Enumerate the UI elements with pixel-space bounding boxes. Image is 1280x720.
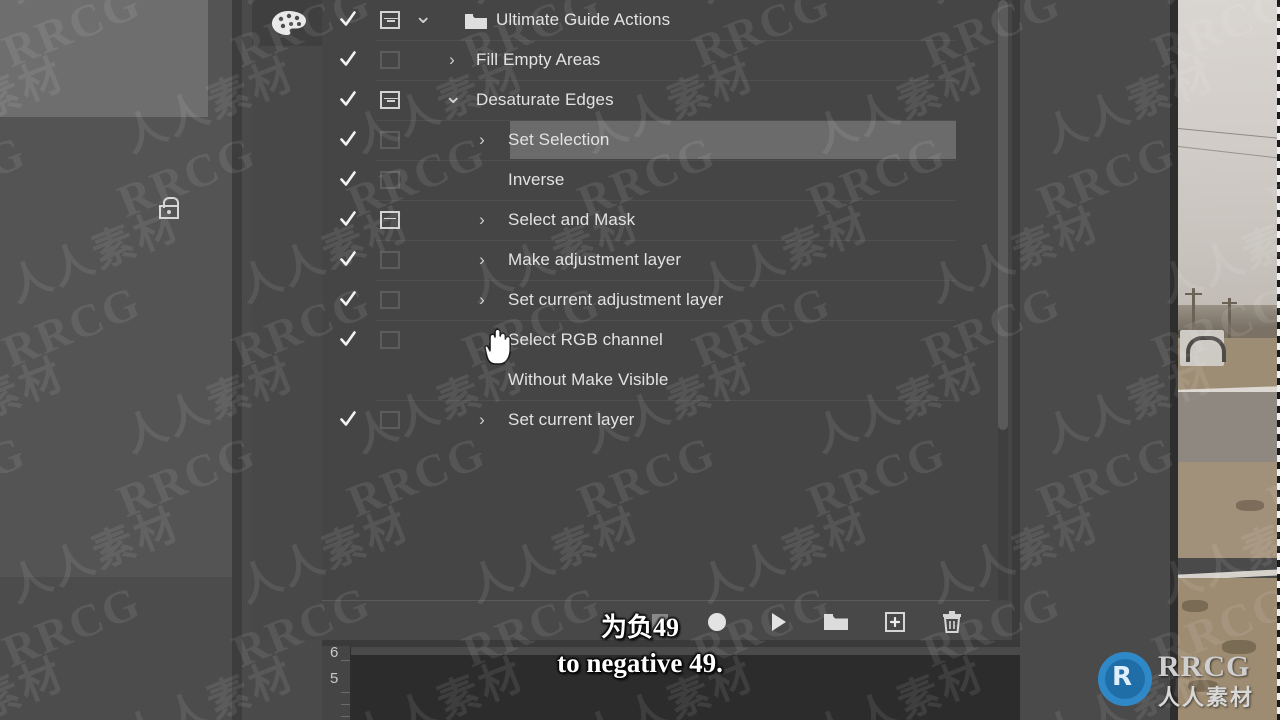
chevron-right-icon[interactable]: › xyxy=(474,291,490,309)
dialog-toggle[interactable] xyxy=(380,11,400,29)
logo-mark: R xyxy=(1112,662,1133,692)
row-separator xyxy=(376,160,956,161)
action-checkbox[interactable] xyxy=(340,410,356,428)
dialog-toggle[interactable] xyxy=(380,51,400,69)
panel-bottom-edge xyxy=(322,640,1020,646)
dialog-toggle[interactable] xyxy=(380,211,400,229)
action-row[interactable]: › Fill Empty Areas xyxy=(322,40,990,80)
roadside-sign xyxy=(1180,330,1226,366)
row-separator xyxy=(376,320,956,321)
folder-icon xyxy=(464,12,488,30)
row-separator xyxy=(376,80,956,81)
chevron-right-icon[interactable]: › xyxy=(474,131,490,149)
action-label: Set current layer xyxy=(508,410,635,429)
lock-icon xyxy=(158,197,180,221)
logo-tagline: 人人素材 xyxy=(1158,686,1255,711)
action-checkbox[interactable] xyxy=(340,130,356,148)
utility-pole xyxy=(1222,298,1237,342)
action-label: Select and Mask xyxy=(508,210,636,229)
panel-gutter-light xyxy=(242,0,252,720)
row-separator xyxy=(376,240,956,241)
photo-preview xyxy=(1178,0,1280,720)
screenshot-root: 6 5 ⌄ Ultimate Guide Actions › Fill Empt… xyxy=(0,0,1280,720)
action-row[interactable]: › Select and Mask xyxy=(322,200,990,240)
action-row[interactable]: Inverse xyxy=(322,160,990,200)
action-row[interactable]: › Set Selection xyxy=(322,120,990,160)
action-label: Ultimate Guide Actions xyxy=(496,10,671,29)
panel-tab-strip xyxy=(252,46,322,640)
action-row[interactable]: ⌄ Ultimate Guide Actions xyxy=(322,0,990,40)
ground-region-2 xyxy=(1178,462,1280,558)
actions-list: ⌄ Ultimate Guide Actions › Fill Empty Areas… xyxy=(322,0,990,600)
action-checkbox[interactable] xyxy=(340,10,356,28)
action-label: Fill Empty Areas xyxy=(476,50,601,69)
logo-badge-icon: R xyxy=(1098,652,1152,706)
delete-button[interactable] xyxy=(939,611,965,633)
action-checkbox[interactable] xyxy=(340,90,356,108)
canvas-lower-region-2 xyxy=(0,577,232,720)
action-label: Desaturate Edges xyxy=(476,90,614,109)
action-checkbox[interactable] xyxy=(340,250,356,268)
rrcg-logo: R RRCG 人人素材 xyxy=(1098,648,1274,711)
workspace-dark-area xyxy=(350,655,1020,720)
play-button[interactable] xyxy=(765,611,791,633)
palette-icon[interactable] xyxy=(271,10,307,36)
dialog-toggle[interactable] xyxy=(380,171,400,189)
action-checkbox[interactable] xyxy=(340,290,356,308)
hand-cursor xyxy=(483,328,517,368)
stop-button[interactable] xyxy=(647,611,673,633)
action-label: Set current adjustment layer xyxy=(508,290,724,309)
action-label: Set Selection xyxy=(508,130,610,149)
actions-panel-footer xyxy=(322,601,1020,640)
action-row[interactable]: Without Make Visible xyxy=(322,360,990,400)
logo-wordmark: RRCG xyxy=(1158,650,1251,683)
row-separator xyxy=(376,400,956,401)
row-separator xyxy=(376,200,956,201)
record-button[interactable] xyxy=(704,611,730,633)
action-label: Without Make Visible xyxy=(508,370,669,389)
chevron-right-icon[interactable]: › xyxy=(474,211,490,229)
action-row[interactable]: › Set current adjustment layer xyxy=(322,280,990,320)
action-checkbox[interactable] xyxy=(340,210,356,228)
canvas-lower-region xyxy=(0,117,232,577)
road-region xyxy=(1178,392,1280,466)
chevron-right-icon[interactable]: › xyxy=(474,411,490,429)
new-set-button[interactable] xyxy=(822,611,848,633)
dialog-toggle[interactable] xyxy=(380,291,400,309)
action-checkbox[interactable] xyxy=(340,170,356,188)
dialog-toggle[interactable] xyxy=(380,251,400,269)
chevron-down-icon[interactable]: ⌄ xyxy=(414,5,432,29)
ruler-mark: 5 xyxy=(330,670,339,687)
canvas-gap-region xyxy=(208,0,232,117)
actions-panel: ⌄ Ultimate Guide Actions › Fill Empty Areas… xyxy=(322,0,1020,640)
row-separator xyxy=(376,40,956,41)
action-label: Make adjustment layer xyxy=(508,250,682,269)
row-separator xyxy=(376,280,956,281)
chevron-down-icon[interactable]: ⌄ xyxy=(444,85,462,109)
chevron-right-icon[interactable]: › xyxy=(444,51,460,69)
panel-scrollbar-thumb[interactable] xyxy=(998,0,1008,430)
dialog-toggle[interactable] xyxy=(380,131,400,149)
sky-region xyxy=(1178,0,1280,330)
chevron-right-icon[interactable]: › xyxy=(474,251,490,269)
panel-gutter-dark xyxy=(232,0,242,720)
action-checkbox[interactable] xyxy=(340,50,356,68)
photo-left-edge xyxy=(1170,0,1178,720)
action-label: Inverse xyxy=(508,170,565,189)
dialog-toggle[interactable] xyxy=(380,331,400,349)
action-row[interactable]: › Set current layer xyxy=(322,400,990,440)
new-action-button[interactable] xyxy=(882,611,908,633)
dialog-toggle[interactable] xyxy=(380,91,400,109)
action-row[interactable]: ⌄ Desaturate Edges xyxy=(322,80,990,120)
action-label: Select RGB channel xyxy=(508,330,663,349)
panel-right-edge xyxy=(1012,0,1020,646)
action-row[interactable]: › Make adjustment layer xyxy=(322,240,990,280)
action-checkbox[interactable] xyxy=(340,330,356,348)
dialog-toggle[interactable] xyxy=(380,411,400,429)
vertical-ruler: 6 5 xyxy=(322,644,351,720)
ruler-mark: 6 xyxy=(330,644,339,661)
canvas-upper-region xyxy=(0,0,208,117)
action-row[interactable]: Select RGB channel xyxy=(322,320,990,360)
